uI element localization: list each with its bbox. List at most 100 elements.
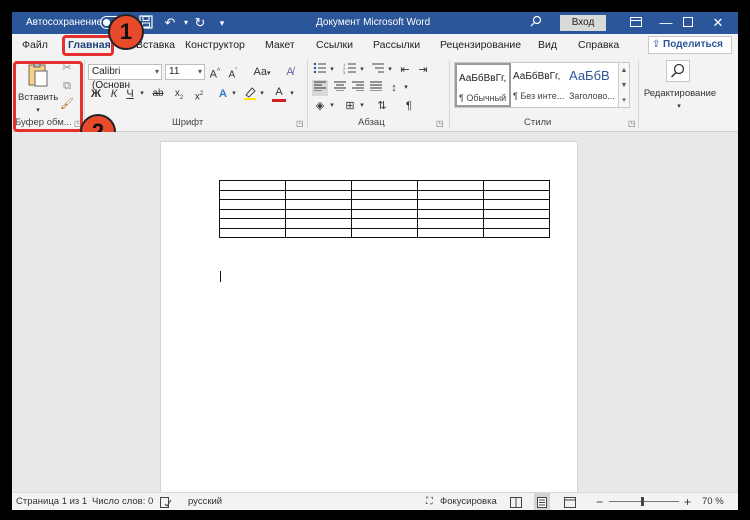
styles-scroll[interactable]: ▲ ▼ ▾	[618, 62, 630, 108]
table-cell[interactable]	[219, 208, 286, 219]
align-left-icon[interactable]	[312, 80, 328, 96]
pilcrow-icon[interactable]: ¶	[402, 98, 416, 114]
styles-launcher-icon[interactable]: ◳	[628, 119, 636, 128]
align-center-icon[interactable]	[332, 80, 348, 96]
table-cell[interactable]	[483, 227, 550, 238]
more-styles-icon[interactable]: ▾	[619, 93, 629, 108]
font-launcher-icon[interactable]: ◳	[296, 119, 304, 128]
multilevel-list-icon[interactable]	[370, 62, 386, 79]
grow-font-icon[interactable]: A^	[208, 64, 222, 83]
print-layout-icon[interactable]	[534, 493, 550, 510]
zoom-in-button[interactable]: +	[684, 493, 691, 510]
zoom-out-button[interactable]: −	[596, 493, 603, 510]
table-cell[interactable]	[285, 208, 352, 219]
table-cell[interactable]	[483, 199, 550, 210]
scroll-up-icon[interactable]: ▲	[619, 63, 629, 78]
chevron-down-icon[interactable]: ▾	[328, 62, 336, 78]
chevron-down-icon[interactable]: ▾	[288, 86, 296, 102]
table-cell[interactable]	[417, 208, 484, 219]
focus-mode-label[interactable]: Фокусировка	[440, 493, 497, 510]
table-cell[interactable]	[351, 180, 418, 191]
zoom-level[interactable]: 70 %	[702, 493, 724, 510]
page-count[interactable]: Страница 1 из 1	[16, 493, 87, 510]
table-cell[interactable]	[417, 218, 484, 229]
find-icon[interactable]	[666, 60, 690, 82]
font-color-icon[interactable]: A	[272, 86, 286, 102]
shading-icon[interactable]: ◈	[312, 98, 328, 114]
minimize-icon[interactable]: —	[658, 15, 674, 31]
ribbon-display-icon[interactable]	[628, 15, 644, 31]
table-cell[interactable]	[483, 180, 550, 191]
language-label[interactable]: русский	[188, 493, 222, 510]
table-cell[interactable]	[351, 208, 418, 219]
scroll-down-icon[interactable]: ▼	[619, 78, 629, 93]
tab-view[interactable]: Вид	[538, 34, 557, 56]
customize-toolbar-icon[interactable]: ▾	[214, 15, 230, 31]
sort-icon[interactable]: ⇅	[374, 98, 390, 114]
undo-icon[interactable]: ↶	[162, 15, 178, 31]
proofing-icon[interactable]	[160, 493, 172, 510]
chevron-down-icon[interactable]: ▾	[358, 98, 366, 114]
word-count[interactable]: Число слов: 0	[92, 493, 153, 510]
italic-button[interactable]: К	[108, 86, 120, 102]
table-cell[interactable]	[285, 189, 352, 200]
paragraph-launcher-icon[interactable]: ◳	[436, 119, 444, 128]
document-page[interactable]	[160, 141, 578, 501]
shrink-font-icon[interactable]: Aˇ	[226, 64, 240, 83]
clear-formatting-icon[interactable]: A̸	[282, 64, 298, 80]
table-cell[interactable]	[285, 218, 352, 229]
chevron-down-icon[interactable]: ▾	[358, 62, 366, 78]
justify-icon[interactable]	[368, 80, 384, 96]
change-case-button[interactable]: Aa▾	[250, 64, 274, 82]
table-cell[interactable]	[483, 218, 550, 229]
table-cell[interactable]	[417, 227, 484, 238]
text-effects-icon[interactable]: A	[216, 86, 230, 102]
document-area[interactable]	[12, 132, 738, 501]
table-cell[interactable]	[417, 199, 484, 210]
chevron-down-icon[interactable]: ▾	[258, 86, 266, 102]
read-mode-icon[interactable]	[510, 493, 522, 510]
chevron-down-icon[interactable]: ▾	[230, 86, 238, 102]
table-cell[interactable]	[219, 218, 286, 229]
chevron-down-icon[interactable]: ▾	[402, 80, 410, 96]
strikethrough-icon[interactable]: ab	[150, 86, 166, 102]
bold-button[interactable]: Ж	[90, 86, 102, 102]
table-cell[interactable]	[219, 180, 286, 191]
line-spacing-icon[interactable]: ↕	[386, 80, 402, 96]
table-cell[interactable]	[285, 199, 352, 210]
highlight-icon[interactable]	[242, 86, 258, 105]
table-cell[interactable]	[219, 227, 286, 238]
style-no-spacing[interactable]: АаБбВвГг, ¶ Без инте...	[511, 63, 567, 107]
table-cell[interactable]	[483, 208, 550, 219]
redo-icon[interactable]: ↻	[192, 15, 208, 31]
table-cell[interactable]	[417, 180, 484, 191]
font-name-combo[interactable]: Calibri (Основн ▾	[88, 64, 162, 91]
superscript-icon[interactable]: x2	[192, 86, 206, 105]
style-heading[interactable]: АаБбВ Заголово...	[567, 63, 623, 107]
table-cell[interactable]	[351, 218, 418, 229]
tab-help[interactable]: Справка	[578, 34, 619, 56]
table-cell[interactable]	[351, 189, 418, 200]
close-icon[interactable]: ✕	[710, 15, 726, 31]
chevron-down-icon[interactable]: ▾	[386, 62, 394, 78]
tab-mailings[interactable]: Рассылки	[373, 34, 420, 56]
underline-button[interactable]: Ч	[124, 86, 136, 102]
maximize-icon[interactable]	[680, 15, 696, 31]
tab-design[interactable]: Конструктор	[185, 34, 245, 56]
bullets-icon[interactable]	[312, 62, 328, 79]
table-cell[interactable]	[351, 227, 418, 238]
style-normal[interactable]: АаБбВвГг, ¶ Обычный	[455, 63, 511, 107]
document-table[interactable]	[219, 180, 550, 238]
borders-icon[interactable]: ⊞	[342, 98, 358, 114]
focus-icon[interactable]: ⛶	[426, 493, 433, 510]
subscript-icon[interactable]: x2	[172, 86, 186, 106]
chevron-down-icon[interactable]: ▾	[674, 99, 684, 115]
font-size-combo[interactable]: 11 ▾	[165, 64, 205, 80]
table-cell[interactable]	[219, 189, 286, 200]
zoom-slider[interactable]	[609, 497, 679, 506]
tab-layout[interactable]: Макет	[265, 34, 295, 56]
table-cell[interactable]	[483, 189, 550, 200]
chevron-down-icon[interactable]: ▾	[328, 98, 336, 114]
signin-button[interactable]: Вход	[560, 15, 606, 31]
table-cell[interactable]	[285, 180, 352, 191]
